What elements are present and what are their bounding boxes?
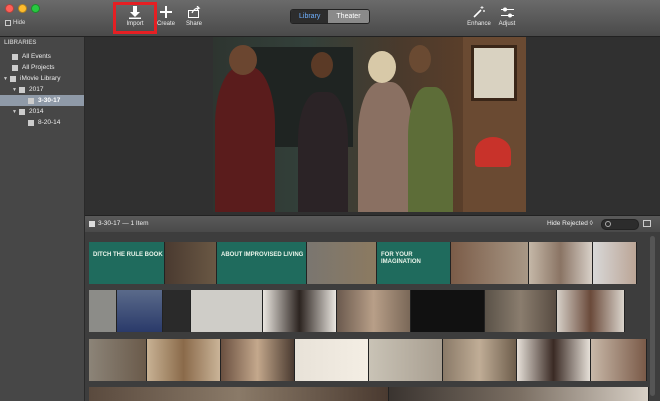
clip-thumbnail[interactable]: [557, 290, 625, 332]
disclosure-triangle-icon[interactable]: ▼: [12, 87, 19, 93]
clip-thumbnail[interactable]: DITCH THE RULE BOOK: [89, 242, 165, 284]
hide-rejected-menu[interactable]: Hide Rejected ◊: [547, 220, 593, 227]
view-switcher: Library Theater: [290, 9, 370, 24]
clip-thumbnail[interactable]: [517, 339, 591, 381]
sidebar-item-2017[interactable]: ▼ 2017: [0, 84, 84, 95]
sliders-icon: [491, 5, 523, 19]
sidebar-item-all-projects[interactable]: All Projects: [0, 62, 84, 73]
event-star-icon: [89, 220, 95, 227]
filmstrip-row-4: [89, 387, 649, 401]
share-icon: [178, 5, 210, 19]
sidebar-item-imovie-library[interactable]: ▼ iMovie Library: [0, 73, 84, 84]
filmstrip-row-1: DITCH THE RULE BOOK ABOUT IMPROVISED LIV…: [89, 242, 637, 284]
disclosure-triangle-icon[interactable]: ▼: [3, 76, 10, 82]
hide-sidebar-button[interactable]: Hide: [5, 20, 25, 26]
clip-thumbnail[interactable]: [165, 242, 217, 284]
clip-browser: DITCH THE RULE BOOK ABOUT IMPROVISED LIV…: [85, 232, 660, 401]
person-figure: [358, 82, 413, 212]
clip-thumbnail[interactable]: [295, 339, 369, 381]
clip-thumbnail[interactable]: [147, 339, 221, 381]
clip-thumbnail[interactable]: [89, 387, 389, 401]
sidebar-icon: [5, 20, 11, 26]
tab-theater[interactable]: Theater: [328, 10, 369, 23]
clip-thumbnail[interactable]: [307, 242, 377, 284]
search-icon: [605, 221, 611, 227]
clip-thumbnail[interactable]: [337, 290, 411, 332]
event-star-icon: [28, 119, 34, 126]
sidebar-item-2014[interactable]: ▼ 2014: [0, 106, 84, 117]
clip-thumbnail[interactable]: [263, 290, 337, 332]
filmstrip-row-2: [89, 290, 625, 332]
sidebar-item-3-30-17[interactable]: 3-30-17: [0, 95, 84, 106]
video-viewer[interactable]: [213, 37, 526, 212]
projects-icon: [12, 64, 18, 71]
event-header-bar: 3-30-17 — 1 Item Hide Rejected ◊: [85, 215, 660, 233]
event-star-icon: [28, 97, 34, 104]
toolbar: Hide Import Create Share Library Theater…: [0, 0, 660, 37]
clip-thumbnail[interactable]: [221, 339, 295, 381]
tab-library[interactable]: Library: [291, 10, 329, 23]
clip-thumbnail[interactable]: [191, 290, 263, 332]
clip-thumbnail[interactable]: [389, 387, 649, 401]
clip-thumbnail[interactable]: [593, 242, 637, 284]
minimize-window-button[interactable]: [18, 4, 27, 13]
clip-thumbnail[interactable]: [117, 290, 163, 332]
person-figure: [215, 67, 275, 212]
zoom-window-button[interactable]: [31, 4, 40, 13]
clip-size-icon[interactable]: [643, 220, 651, 227]
events-icon: [12, 53, 18, 60]
folder-icon: [19, 86, 25, 93]
clip-thumbnail[interactable]: [591, 339, 647, 381]
clip-thumbnail[interactable]: [89, 339, 147, 381]
clip-thumbnail[interactable]: [529, 242, 593, 284]
clip-thumbnail[interactable]: [443, 339, 517, 381]
adjust-button[interactable]: Adjust: [491, 5, 523, 27]
filmstrip-row-3: [89, 339, 647, 381]
sidebar-item-all-events[interactable]: All Events: [0, 51, 84, 62]
person-figure: [408, 87, 453, 212]
event-title: 3-30-17 — 1 Item: [89, 220, 149, 227]
clip-thumbnail[interactable]: [485, 290, 557, 332]
window-controls: [5, 4, 40, 13]
clip-thumbnail[interactable]: [163, 290, 191, 332]
red-lamp: [475, 137, 511, 167]
clip-thumbnail[interactable]: FOR YOUR IMAGINATION: [377, 242, 451, 284]
clip-thumbnail[interactable]: [369, 339, 443, 381]
clip-thumbnail[interactable]: [89, 290, 117, 332]
disclosure-triangle-icon[interactable]: ▼: [12, 109, 19, 115]
search-field[interactable]: [601, 219, 639, 230]
clip-thumbnail[interactable]: ABOUT IMPROVISED LIVING: [217, 242, 307, 284]
person-figure: [298, 92, 348, 212]
share-button[interactable]: Share: [178, 5, 210, 27]
sidebar-item-8-20-14[interactable]: 8-20-14: [0, 117, 84, 128]
browser-scrollbar[interactable]: [650, 236, 655, 396]
library-icon: [10, 75, 16, 82]
clip-thumbnail[interactable]: [411, 290, 485, 332]
close-window-button[interactable]: [5, 4, 14, 13]
folder-icon: [19, 108, 25, 115]
clip-thumbnail[interactable]: [451, 242, 529, 284]
picture-frame: [471, 45, 517, 101]
libraries-header: LIBRARIES: [4, 40, 37, 46]
sidebar: LIBRARIES All Events All Projects ▼ iMov…: [0, 37, 85, 401]
